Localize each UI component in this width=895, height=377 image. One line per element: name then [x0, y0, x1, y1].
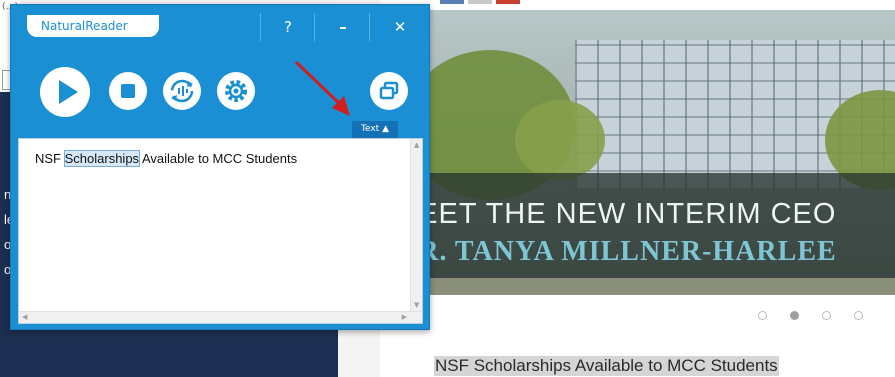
- site-nav-panel: [20, 326, 338, 377]
- vertical-scrollbar[interactable]: ▲ ▼: [410, 139, 422, 323]
- top-color-bar: [496, 0, 520, 4]
- reading-text[interactable]: NSF Scholarships Available to MCC Studen…: [35, 150, 298, 167]
- annotation-arrow-icon: [294, 60, 350, 116]
- slider-dot[interactable]: [854, 311, 863, 320]
- play-button[interactable]: [40, 67, 90, 117]
- text-panel-toggle[interactable]: Text ▲: [352, 121, 398, 138]
- window-restore-icon: [379, 81, 399, 100]
- current-word-highlight: Scholarships: [63, 150, 141, 167]
- slider-dot-active[interactable]: [790, 311, 799, 320]
- news-headline-link[interactable]: NSF Scholarships Available to MCC Studen…: [434, 356, 779, 376]
- hero-ground: [425, 278, 895, 295]
- titlebar-separator: [314, 13, 315, 41]
- hero-tree: [515, 100, 605, 180]
- scroll-down-arrow-icon[interactable]: ▼: [414, 301, 419, 309]
- gear-icon: [225, 80, 247, 102]
- text-input-area[interactable]: NSF Scholarships Available to MCC Studen…: [18, 138, 423, 324]
- top-color-bar: [440, 0, 464, 4]
- site-top-color-bars: [440, 0, 520, 4]
- help-button[interactable]: ?: [271, 15, 305, 39]
- settings-button[interactable]: [217, 72, 255, 110]
- scroll-up-arrow-icon[interactable]: ▲: [414, 141, 419, 149]
- text-before: NSF: [35, 151, 65, 166]
- horizontal-scrollbar[interactable]: ◀ ▶: [19, 311, 422, 323]
- titlebar-separator: [369, 13, 370, 41]
- close-button[interactable]: ✕: [383, 15, 417, 39]
- top-color-bar: [468, 0, 492, 4]
- minimize-button[interactable]: –: [326, 15, 360, 39]
- stop-button[interactable]: [109, 72, 147, 110]
- stop-icon: [121, 84, 135, 98]
- app-title: NaturalReader: [27, 15, 159, 37]
- scroll-left-arrow-icon[interactable]: ◀: [22, 313, 27, 321]
- site-left-field-edge: [2, 70, 10, 90]
- repeat-button[interactable]: [163, 72, 201, 110]
- naturalreader-window: NaturalReader ? – ✕ Text ▲ NSF Scholarsh…: [10, 4, 430, 330]
- slider-dot[interactable]: [758, 311, 767, 320]
- slider-dot[interactable]: [822, 311, 831, 320]
- scroll-right-arrow-icon[interactable]: ▶: [402, 313, 407, 321]
- mini-mode-button[interactable]: [370, 72, 408, 110]
- hero-slide[interactable]: MEET THE NEW INTERIM CEO DR. TANYA MILLN…: [425, 10, 895, 295]
- text-after: Available to MCC Students: [139, 151, 298, 166]
- play-icon: [59, 80, 78, 104]
- hero-title: MEET THE NEW INTERIM CEO: [425, 198, 837, 230]
- hero-subtitle: DR. TANYA MILLNER-HARLEE: [425, 236, 837, 267]
- repeat-icon: [170, 79, 194, 103]
- slider-dots: [758, 311, 863, 320]
- titlebar-separator: [260, 13, 261, 41]
